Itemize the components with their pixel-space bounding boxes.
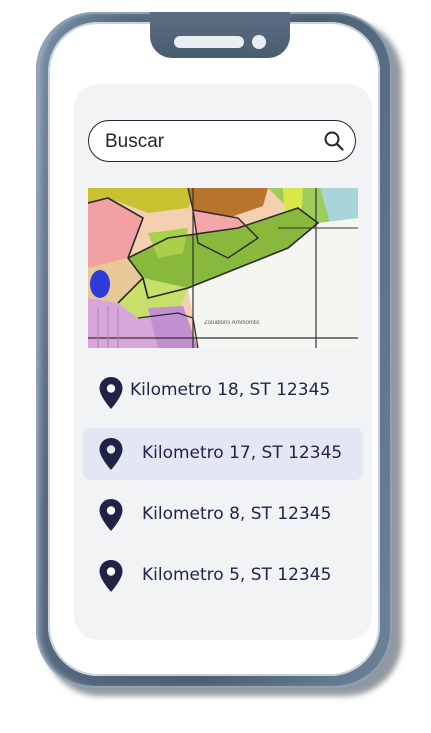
front-camera (252, 35, 266, 49)
location-label: Kilometro 17, ST 12345 (142, 443, 343, 463)
location-item-2[interactable]: Kilometro 17, ST 12345 (83, 428, 363, 480)
map-caption: Zonations Ammonitic (204, 320, 260, 326)
geologic-map-image[interactable]: Zonations Ammonitic (88, 188, 358, 348)
location-pin-icon (99, 499, 123, 531)
location-item-3[interactable]: Kilometro 8, ST 12345 (83, 489, 363, 541)
phone-mockup: Zonations Ammonitic Kilometro 18, ST 123… (0, 0, 431, 733)
phone-notch (150, 12, 290, 58)
search-bar[interactable] (88, 120, 356, 162)
search-input[interactable] (103, 127, 317, 157)
location-pin-icon (99, 377, 123, 409)
location-label: Kilometro 18, ST 12345 (130, 380, 331, 400)
location-pin-icon (99, 438, 123, 470)
search-icon[interactable] (323, 130, 345, 152)
location-label: Kilometro 8, ST 12345 (142, 504, 332, 524)
speaker-grille (174, 36, 244, 48)
location-label: Kilometro 5, ST 12345 (142, 565, 332, 585)
location-pin-icon (99, 560, 123, 592)
location-item-1[interactable]: Kilometro 18, ST 12345 (83, 366, 363, 418)
location-item-4[interactable]: Kilometro 5, ST 12345 (83, 550, 363, 602)
